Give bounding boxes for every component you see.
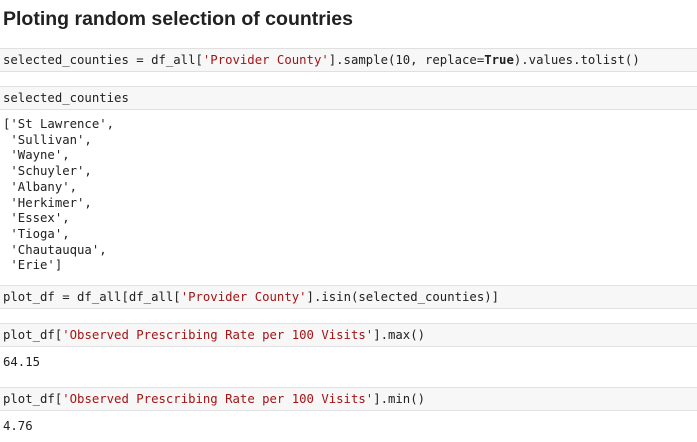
output-line: 'Sullivan', [3,132,92,147]
code-token: plot_df[ [3,328,63,342]
code-token: ].max() [373,328,426,342]
output-line: 'Chautauqua', [3,242,107,257]
code-token: ].min() [373,392,426,406]
code-token: selected_counties [3,91,129,105]
code-cell-filter-plot-df[interactable]: plot_df = df_all[df_all['Provider County… [0,285,697,309]
output-line: 'Schuyler', [3,164,92,179]
string-literal: 'Observed Prescribing Rate per 100 Visit… [62,328,374,342]
cell-output-min-value: 4.76 [3,419,33,433]
code-input: selected_counties = df_all['Provider Cou… [3,49,694,71]
code-input: plot_df = df_all[df_all['Provider County… [3,286,694,308]
code-token: ].isin(selected_counties)] [306,290,500,304]
code-cell-rate-min[interactable]: plot_df['Observed Prescribing Rate per 1… [0,387,697,411]
output-line: 'Tioga', [3,226,70,241]
code-input: plot_df['Observed Prescribing Rate per 1… [3,324,694,346]
code-token: ].sample(10, replace= [328,53,485,67]
output-line: 'Wayne', [3,148,70,163]
code-cell-sample-counties[interactable]: selected_counties = df_all['Provider Cou… [0,48,697,72]
string-literal: 'Provider County' [202,53,329,67]
output-line: 'Herkimer', [3,195,92,210]
output-line: ['St Lawrence', [3,117,115,131]
string-literal: 'Provider County' [180,290,307,304]
code-token: plot_df = df_all[df_all[ [3,290,181,304]
code-token: selected_counties = df_all[ [3,53,203,67]
output-line: 'Albany', [3,179,78,194]
code-input: selected_counties [3,87,694,109]
output-line: 'Erie'] [3,258,63,273]
code-token: plot_df[ [3,392,63,406]
cell-output-county-list: ['St Lawrence', 'Sullivan', 'Wayne', 'Sc… [3,117,114,274]
code-token: ).values.tolist() [513,53,640,67]
output-line: 'Essex', [3,211,70,226]
code-cell-rate-max[interactable]: plot_df['Observed Prescribing Rate per 1… [0,323,697,347]
code-input: plot_df['Observed Prescribing Rate per 1… [3,388,694,410]
code-cell-show-counties[interactable]: selected_counties [0,86,697,110]
keyword-true: True [484,53,514,67]
notebook-heading: Ploting random selection of countries [3,8,353,30]
cell-output-max-value: 64.15 [3,355,41,369]
string-literal: 'Observed Prescribing Rate per 100 Visit… [62,392,374,406]
